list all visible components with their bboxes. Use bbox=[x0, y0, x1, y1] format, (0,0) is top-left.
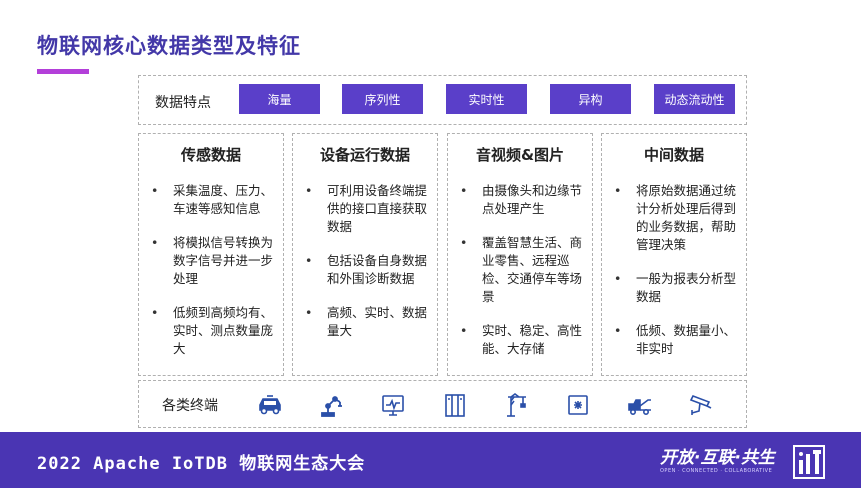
feature-tag: 海量 bbox=[239, 84, 320, 114]
bullet-item: 一般为报表分析型数据 bbox=[614, 270, 740, 306]
bullet-list: 由摄像头和边缘节点处理产生 覆盖智慧生活、商业零售、远程巡检、交通停车等场景 实… bbox=[460, 182, 586, 374]
card-title: 中间数据 bbox=[643, 146, 704, 164]
bullet-list: 可利用设备终端提供的接口直接获取数据 包括设备自身数据和外围诊断数据 高频、实时… bbox=[305, 182, 431, 356]
feature-tag: 动态流动性 bbox=[654, 84, 735, 114]
bullet-list: 将原始数据通过统计分析处理后得到的业务数据，帮助管理决策 一般为报表分析型数据 … bbox=[614, 182, 740, 374]
robot-arm-icon bbox=[317, 391, 345, 419]
title-underline bbox=[37, 69, 89, 74]
feature-tag: 异构 bbox=[550, 84, 631, 114]
terminals-row: 各类终端 bbox=[138, 380, 747, 428]
fan-box-icon bbox=[564, 391, 592, 419]
slide-title: 物联网核心数据类型及特征 bbox=[37, 34, 301, 58]
crane-icon bbox=[502, 391, 530, 419]
bullet-item: 采集温度、压力、车速等感知信息 bbox=[151, 182, 277, 218]
cabinet-icon bbox=[441, 391, 469, 419]
feature-tag: 序列性 bbox=[342, 84, 423, 114]
card-sensor-data: 传感数据 采集温度、压力、车速等感知信息 将模拟信号转换为数字信号并进一步处理 … bbox=[138, 133, 284, 376]
data-features-row: 数据特点 海量 序列性 实时性 异构 动态流动性 bbox=[138, 75, 747, 125]
tow-truck-icon bbox=[626, 391, 654, 419]
card-title: 音视频&图片 bbox=[475, 146, 565, 164]
terminals-label: 各类终端 bbox=[162, 398, 218, 414]
card-media-data: 音视频&图片 由摄像头和边缘节点处理产生 覆盖智慧生活、商业零售、远程巡检、交通… bbox=[447, 133, 593, 376]
card-title: 设备运行数据 bbox=[319, 146, 410, 164]
bullet-item: 实时、稳定、高性能、大存储 bbox=[460, 322, 586, 358]
bullet-list: 采集温度、压力、车速等感知信息 将模拟信号转换为数字信号并进一步处理 低频到高频… bbox=[151, 182, 277, 374]
bullet-item: 将模拟信号转换为数字信号并进一步处理 bbox=[151, 234, 277, 288]
bullet-item: 包括设备自身数据和外围诊断数据 bbox=[305, 252, 431, 288]
feature-tag: 实时性 bbox=[446, 84, 527, 114]
event-name: 2022 Apache IoTDB 物联网生态大会 bbox=[37, 454, 366, 474]
card-device-data: 设备运行数据 可利用设备终端提供的接口直接获取数据 包括设备自身数据和外围诊断数… bbox=[292, 133, 438, 376]
card-intermediate-data: 中间数据 将原始数据通过统计分析处理后得到的业务数据，帮助管理决策 一般为报表分… bbox=[601, 133, 747, 376]
bullet-item: 低频到高频均有、实时、测点数量庞大 bbox=[151, 304, 277, 358]
iotdb-logo bbox=[793, 440, 825, 480]
bullet-item: 覆盖智慧生活、商业零售、远程巡检、交通停车等场景 bbox=[460, 234, 586, 306]
slogan-subtext: OPEN · CONNECTED · COLLABORATIVE bbox=[660, 468, 773, 474]
card-title: 传感数据 bbox=[180, 146, 241, 164]
camera-icon bbox=[687, 391, 715, 419]
bullet-item: 可利用设备终端提供的接口直接获取数据 bbox=[305, 182, 431, 236]
slogan: 开放·互联·共生 bbox=[660, 448, 775, 468]
bullet-item: 将原始数据通过统计分析处理后得到的业务数据，帮助管理决策 bbox=[614, 182, 740, 254]
car-icon bbox=[256, 391, 284, 419]
footer-banner: 2022 Apache IoTDB 物联网生态大会 开放·互联·共生 OPEN … bbox=[0, 432, 861, 488]
features-label: 数据特点 bbox=[155, 95, 211, 111]
bullet-item: 低频、数据量小、非实时 bbox=[614, 322, 740, 358]
bullet-item: 由摄像头和边缘节点处理产生 bbox=[460, 182, 586, 218]
bullet-item: 高频、实时、数据量大 bbox=[305, 304, 431, 340]
monitor-icon bbox=[379, 391, 407, 419]
